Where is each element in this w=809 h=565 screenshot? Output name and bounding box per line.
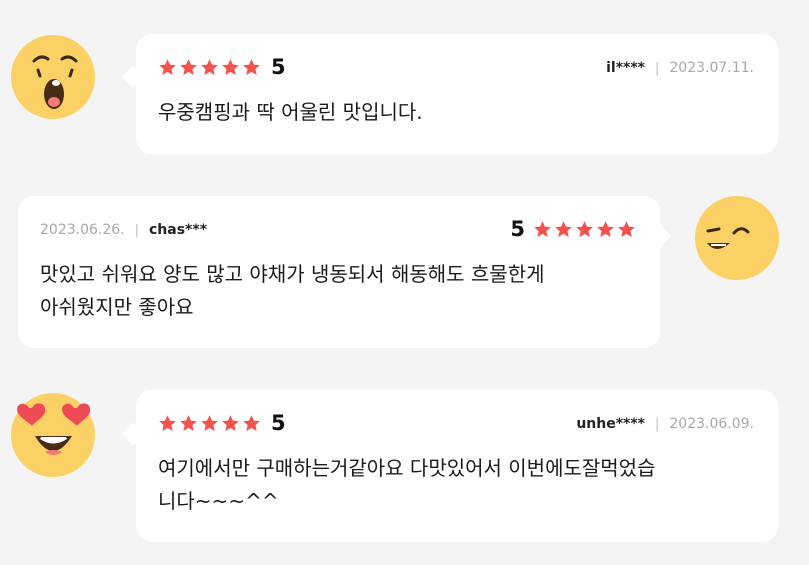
review-text: 여기에서만 구매하는거같아요 다맛있어서 이번에도잘먹었습 니다~~~^^ [158, 456, 656, 513]
star-icon [222, 415, 239, 432]
review-text: 우중캠핑과 딱 어울린 맛입니다. [158, 100, 423, 124]
review-date: 2023.06.26. [40, 222, 125, 238]
review-meta: 2023.06.26. | chas*** [40, 222, 207, 238]
reviewer-name: unhe**** [576, 416, 645, 432]
star-rating: 5 [510, 219, 638, 240]
review-meta: unhe**** | 2023.06.09. [576, 416, 754, 432]
rating-score: 5 [271, 411, 286, 435]
star-icon [576, 221, 593, 238]
review-date: 2023.06.09. [669, 416, 754, 432]
rating-score: 5 [510, 217, 525, 241]
reviewer-name: chas*** [149, 222, 208, 238]
star-icon [201, 415, 218, 432]
reviewer-name: il**** [606, 60, 645, 76]
review-bubble: 5 il**** | 2023.07.11. 우중캠핑과 딱 어울린 맛입니다. [136, 34, 778, 154]
review-meta: il**** | 2023.07.11. [606, 60, 754, 76]
heart-eyes-face-icon [11, 393, 95, 477]
star-rating: 5 [158, 57, 286, 78]
star-icon [534, 221, 551, 238]
star-icon [243, 415, 260, 432]
review-text: 맛있고 쉬워요 양도 많고 야채가 냉동되서 해동해도 흐물한게 아쉬웠지만 좋… [40, 262, 545, 319]
star-icon [180, 59, 197, 76]
meta-divider: | [655, 416, 660, 432]
star-icon [597, 221, 614, 238]
star-icon [159, 59, 176, 76]
star-icon [555, 221, 572, 238]
winking-face-icon [695, 196, 779, 280]
star-icon [618, 221, 635, 238]
review-date: 2023.07.11. [669, 60, 754, 76]
star-rating: 5 [158, 413, 286, 434]
star-icon [159, 415, 176, 432]
review-bubble: 5 unhe**** | 2023.06.09. 여기에서만 구매하는거같아요 … [136, 390, 778, 542]
review-bubble: 2023.06.26. | chas*** 5 맛있고 쉬워요 양도 많고 야채… [18, 196, 660, 348]
meta-divider: | [134, 222, 139, 238]
surprised-face-icon [11, 35, 95, 119]
star-icon [243, 59, 260, 76]
meta-divider: | [655, 60, 660, 76]
star-icon [180, 415, 197, 432]
rating-score: 5 [271, 55, 286, 79]
star-icon [222, 59, 239, 76]
star-icon [201, 59, 218, 76]
